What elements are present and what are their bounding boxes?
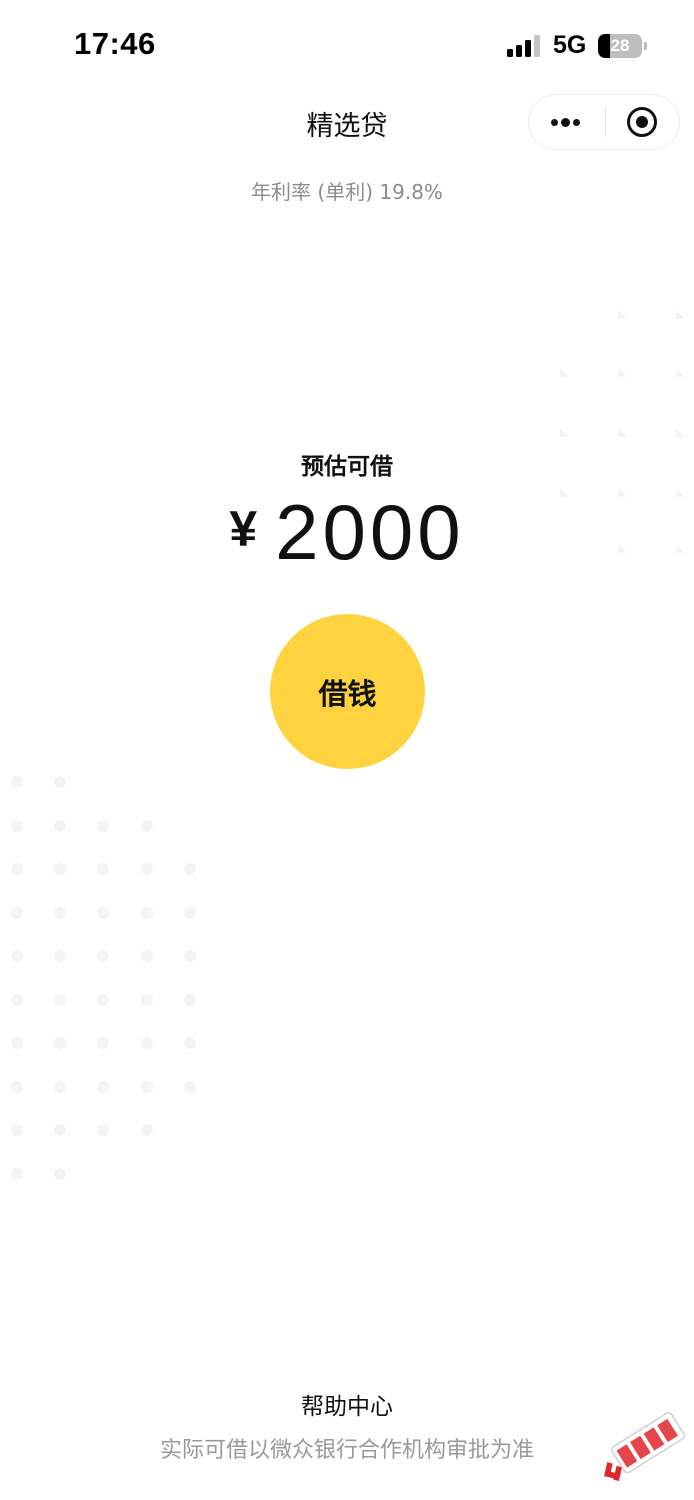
- decor-dot: [11, 1080, 23, 1093]
- watermark-logo: [592, 1410, 692, 1490]
- decor-dot: [54, 1037, 66, 1049]
- status-bar: 17:46 5G 28: [0, 0, 694, 92]
- battery-level: 28: [610, 36, 630, 55]
- decor-triangle: [618, 428, 627, 437]
- decor-triangle: [676, 310, 685, 319]
- close-miniprogram-icon[interactable]: [627, 107, 657, 137]
- decor-dot: [11, 863, 23, 875]
- cellular-signal-icon: [507, 35, 543, 57]
- battery-icon: 28: [598, 34, 642, 58]
- decor-triangle: [618, 310, 627, 319]
- decor-dot: [141, 1080, 153, 1093]
- decor-dot: [141, 863, 153, 875]
- decor-dot: [54, 993, 66, 1006]
- decor-dot: [97, 819, 109, 832]
- decor-dot: [11, 1124, 23, 1136]
- decor-dot: [11, 819, 23, 832]
- decor-triangle: [560, 428, 569, 437]
- decor-dot: [11, 993, 23, 1006]
- decor-dot: [141, 1124, 153, 1136]
- decor-dot: [54, 776, 66, 788]
- estimate-label: 预估可借: [301, 454, 393, 480]
- decor-dot: [11, 906, 23, 919]
- decor-dot: [184, 993, 196, 1006]
- decor-dot: [184, 906, 196, 919]
- help-center-link[interactable]: 帮助中心: [0, 1387, 694, 1421]
- decor-dot: [11, 1037, 23, 1049]
- network-type: 5G: [553, 31, 587, 59]
- currency-symbol: ¥: [229, 501, 258, 557]
- decor-dot: [11, 1167, 23, 1180]
- decor-dot: [97, 950, 109, 962]
- decor-dot: [54, 1080, 66, 1093]
- disclaimer-text: 实际可借以微众银行合作机构审批为准: [159, 1438, 534, 1463]
- decor-dot: [54, 906, 66, 919]
- decor-triangle: [560, 368, 569, 377]
- decor-triangle: [676, 368, 685, 377]
- decor-dot: [184, 1080, 196, 1093]
- decor-dot: [97, 993, 109, 1006]
- more-options-icon[interactable]: [547, 95, 605, 149]
- decor-dot: [97, 906, 109, 919]
- decor-dot: [54, 1124, 66, 1136]
- decor-dot: [97, 1124, 109, 1136]
- decor-dot: [141, 906, 153, 919]
- decor-dot: [141, 993, 153, 1006]
- capsule-menu: [528, 94, 680, 150]
- decor-dot: [11, 776, 23, 788]
- decor-dot: [141, 1037, 153, 1049]
- decor-dot: [54, 950, 66, 962]
- decor-dot: [11, 950, 23, 962]
- decor-dot: [97, 863, 109, 875]
- capsule-divider: [605, 107, 606, 137]
- borrow-button[interactable]: 借钱: [270, 614, 425, 769]
- decor-dot: [97, 1037, 109, 1049]
- decor-dot: [141, 950, 153, 962]
- amount-value: 2000: [275, 488, 465, 576]
- battery-tip: [644, 42, 647, 50]
- decor-dot: [184, 1037, 196, 1049]
- decor-dot: [184, 863, 196, 875]
- estimate-amount: ¥2000: [0, 486, 694, 578]
- decor-dot: [54, 863, 66, 875]
- decor-dot: [97, 1080, 109, 1093]
- decor-dot: [54, 1167, 66, 1180]
- decor-triangle: [676, 428, 685, 437]
- decor-dot: [141, 819, 153, 832]
- status-time: 17:46: [74, 26, 156, 61]
- decor-dot: [54, 819, 66, 832]
- decor-triangle: [618, 368, 627, 377]
- decor-dot: [184, 950, 196, 962]
- annual-rate-text: 年利率 (单利) 19.8%: [251, 180, 443, 204]
